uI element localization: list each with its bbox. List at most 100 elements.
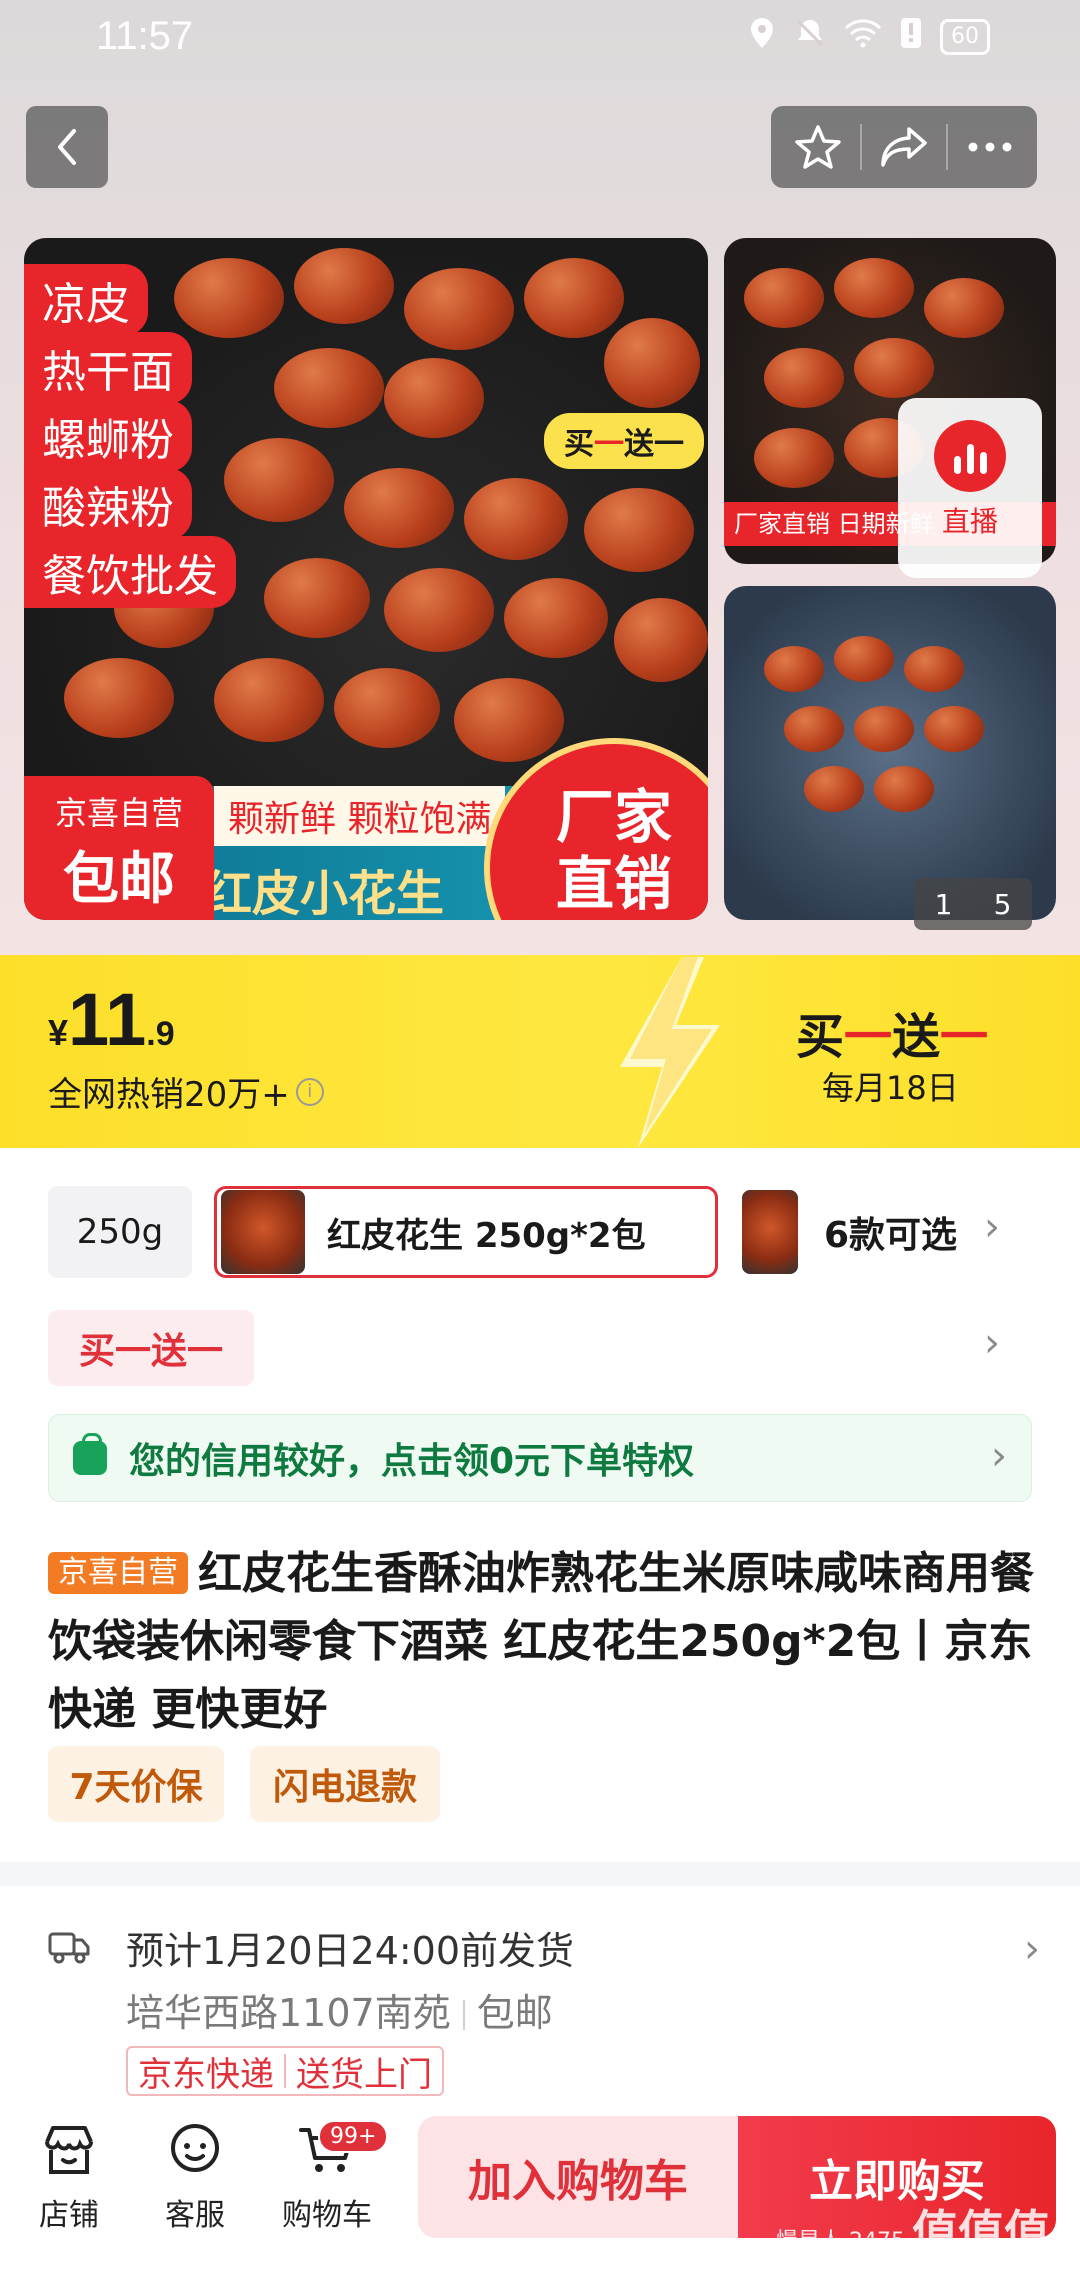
variant-thumbnail <box>221 1190 305 1274</box>
section-divider <box>0 1862 1080 1886</box>
main-product-image[interactable]: 凉皮 热干面 螺蛳粉 酸辣粉 餐饮批发 买一送一 颗新鲜 颗粒饱满 红皮小花生 … <box>24 238 708 920</box>
status-time: 11:57 <box>96 14 194 58</box>
peanut-graphic <box>174 258 284 338</box>
variant-option[interactable]: 250g <box>48 1186 192 1278</box>
shopping-bag-icon <box>73 1433 107 1475</box>
peanut-graphic <box>584 488 694 572</box>
live-icon <box>934 420 1006 492</box>
more-icon <box>968 142 1012 152</box>
chevron-right-icon: › <box>991 1433 1007 1479</box>
peanut-graphic <box>344 468 454 548</box>
peanut-graphic <box>294 248 394 324</box>
peanut-graphic <box>834 636 894 682</box>
peanut-graphic <box>504 578 608 658</box>
peanut-graphic <box>924 706 984 752</box>
peanut-graphic <box>754 428 834 488</box>
share-icon <box>881 127 927 167</box>
watermark-line: 慢星人 2475 <box>776 2229 905 2254</box>
shipping-section[interactable]: 预计1月20日24:00前发货 培华西路1107南苑 包邮 京东快递 送货上门 › <box>0 1900 1080 2100</box>
tag-item: 螺蛳粉 <box>24 400 192 472</box>
tag-item: 酸辣粉 <box>24 468 192 540</box>
service-nav-button[interactable]: 客服 <box>140 2120 250 2234</box>
hot-sale: 全网热销20万+ i <box>48 1067 324 1116</box>
peanut-graphic <box>854 338 934 398</box>
store-badge: 京喜自营 <box>48 1552 188 1594</box>
peanut-graphic <box>384 568 494 652</box>
share-button[interactable] <box>872 115 936 179</box>
favorite-button[interactable] <box>786 115 850 179</box>
chevron-right-icon[interactable]: › <box>984 1320 1000 1366</box>
peanut-graphic <box>604 318 700 408</box>
shipping-tags: 京东快递 送货上门 <box>126 2046 444 2096</box>
more-button[interactable] <box>958 115 1022 179</box>
peanut-graphic <box>384 358 484 438</box>
lightning-icon <box>620 957 720 1148</box>
price: ¥11.9 <box>48 977 175 1062</box>
price-decimal: .9 <box>146 1015 175 1053</box>
credit-banner-text: 您的信用较好，点击领0元下单特权 <box>129 1441 695 1482</box>
chat-icon <box>171 2124 219 2172</box>
feature-tag[interactable]: 7天价保 <box>48 1746 224 1822</box>
peanut-graphic <box>264 558 370 638</box>
store-nav-button[interactable]: 店铺 <box>14 2120 124 2234</box>
feature-tag[interactable]: 闪电退款 <box>250 1746 440 1822</box>
image-counter: 1 5 <box>914 878 1032 930</box>
promo-title: 买一送一 <box>796 997 988 1067</box>
tag-item: 餐饮批发 <box>24 536 236 608</box>
info-icon[interactable]: i <box>295 1077 324 1106</box>
peanut-graphic <box>784 706 844 752</box>
promo-title-text: 买 <box>796 1009 845 1065</box>
peanut-graphic <box>834 258 914 318</box>
peanut-graphic <box>464 478 568 560</box>
store-box-line1: 京喜自营 <box>54 794 183 832</box>
mute-bell-icon <box>794 17 826 57</box>
peanut-graphic <box>614 598 708 682</box>
peanut-graphic <box>764 646 824 692</box>
live-stream-button[interactable]: 直播 <box>898 398 1042 578</box>
chevron-right-icon: › <box>984 1204 1000 1250</box>
shipping-estimate: 预计1月20日24:00前发货 <box>126 1929 575 1973</box>
bogo-badge-text: 一 <box>594 427 624 462</box>
shipping-tag: 京东快递 <box>138 2054 274 2095</box>
image-banner-top: 颗新鲜 颗粒饱满 <box>214 786 506 846</box>
peanut-graphic <box>274 348 384 428</box>
peanut-graphic <box>454 678 564 762</box>
variant-thumbnail <box>742 1190 798 1274</box>
peanut-graphic <box>904 646 964 692</box>
shipping-tag: 送货上门 <box>296 2054 432 2095</box>
top-actions <box>771 106 1037 188</box>
bogo-badge-text: 买 <box>564 427 594 462</box>
variant-option-selected[interactable]: 红皮花生 250g*2包 <box>214 1186 718 1278</box>
product-title: 京喜自营 红皮花生香酥油炸熟花生米原味咸味商用餐饮袋装休闲零食下酒菜 红皮花生25… <box>48 1540 1038 1744</box>
service-nav-label: 客服 <box>165 2198 225 2233</box>
gallery-thumbnail[interactable] <box>724 586 1056 920</box>
location-icon <box>748 16 776 58</box>
product-gallery-area: 11:57 60 凉皮 热干面 螺蛳粉 酸辣粉 餐饮批发 买一送一 颗新鲜 颗粒… <box>0 0 1080 955</box>
promo-subtitle: 每月18日 <box>822 1069 959 1107</box>
peanut-graphic <box>854 706 914 752</box>
live-label: 直播 <box>941 505 998 538</box>
image-counter-current: 1 <box>934 887 953 921</box>
more-variants-button[interactable]: 6款可选 <box>738 1186 957 1278</box>
image-counter-total: 5 <box>993 887 1012 921</box>
store-icon <box>45 2126 93 2174</box>
peanut-graphic <box>874 766 934 812</box>
back-button[interactable] <box>26 106 108 188</box>
peanut-graphic <box>744 268 824 328</box>
divider <box>946 124 948 170</box>
store-box: 京喜自营 包邮 <box>24 776 214 920</box>
add-to-cart-button[interactable]: 加入购物车 <box>418 2116 738 2238</box>
status-icons: 60 <box>748 16 990 58</box>
more-variants-label: 6款可选 <box>824 1215 958 1256</box>
peanut-graphic <box>404 268 514 350</box>
variant-label: 红皮花生 250g*2包 <box>327 1215 646 1256</box>
image-banner-text: 红皮小花生 <box>204 866 445 920</box>
credit-banner[interactable]: 您的信用较好，点击领0元下单特权 › <box>48 1414 1032 1502</box>
factory-line2: 直销 <box>555 849 672 918</box>
bogo-chip[interactable]: 买一送一 <box>48 1310 254 1386</box>
hot-sale-text: 全网热销20万+ <box>48 1075 290 1115</box>
watermark-url: zhizhizhi.com <box>901 2262 1050 2280</box>
shipping-address-row: 培华西路1107南苑 包邮 <box>126 1982 553 2037</box>
peanut-graphic <box>924 278 1004 338</box>
product-title-text: 红皮花生香酥油炸熟花生米原味咸味商用餐饮袋装休闲零食下酒菜 红皮花生250g*2… <box>48 1548 1034 1735</box>
